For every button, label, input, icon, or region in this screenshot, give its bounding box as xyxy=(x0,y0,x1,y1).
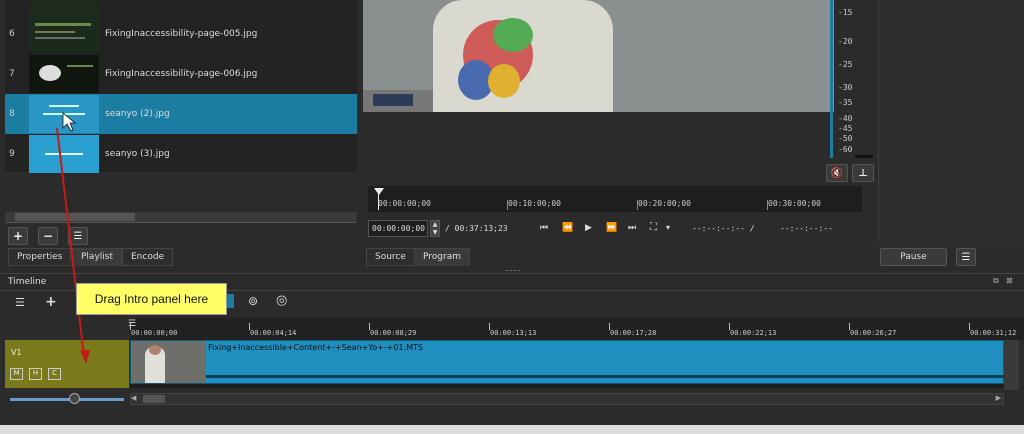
annotation-arrow xyxy=(56,112,90,364)
drag-hint-callout: Drag Intro panel here xyxy=(76,283,227,315)
